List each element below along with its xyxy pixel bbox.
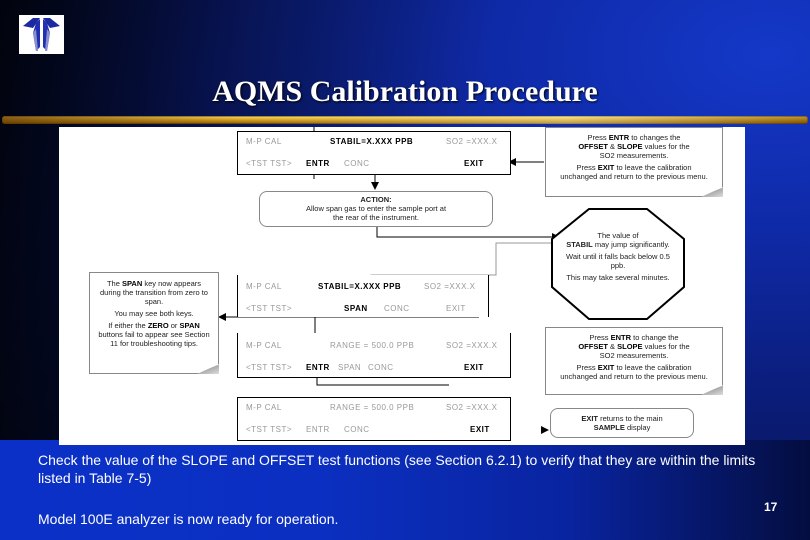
action-text: Allow span gas to enter the sample port … bbox=[305, 204, 447, 222]
screen-3-range: RANGE = 500.0 PPB bbox=[330, 341, 415, 350]
screen-1-conc-key[interactable]: CONC bbox=[344, 159, 370, 168]
exit-box-text: returns to the main bbox=[598, 414, 663, 423]
screen-2-so2: SO2 =XXX.X bbox=[424, 282, 476, 291]
action-heading: ACTION: bbox=[360, 195, 392, 204]
octagon-text: The value of STABIL may jump significantl… bbox=[564, 231, 672, 285]
page-fold-icon bbox=[197, 364, 219, 374]
note2-text: values for the bbox=[642, 342, 690, 351]
slide-title: AQMS Calibration Procedure bbox=[212, 75, 598, 108]
octagon-line: This may take several minutes. bbox=[566, 273, 670, 282]
screen-1-mode: M-P CAL bbox=[246, 137, 282, 146]
page-fold-icon bbox=[701, 187, 723, 197]
screen-4-conc-key[interactable]: CONC bbox=[344, 425, 370, 434]
lcd-screen-4: M-P CAL RANGE = 500.0 PPB SO2 =XXX.X <TS… bbox=[237, 397, 511, 441]
lcd-screen-1: M-P CAL STABIL=X.XXX PPB SO2 =XXX.X <TST… bbox=[237, 131, 511, 175]
note2-text: Press bbox=[589, 333, 611, 342]
note-left-span-key: SPAN bbox=[179, 321, 200, 330]
note-left-text: The bbox=[106, 279, 122, 288]
lcd-screen-2: M-P CAL STABIL=X.XXX PPB SO2 =XXX.X <TST… bbox=[237, 275, 489, 317]
screen-3-tst[interactable]: <TST TST> bbox=[246, 363, 292, 372]
note1-entr: ENTR bbox=[608, 133, 630, 142]
note2-text: Press bbox=[576, 363, 598, 372]
note2-entr: ENTR bbox=[610, 333, 632, 342]
note1-slope: SLOPE bbox=[617, 142, 643, 151]
screen-3-span-key[interactable]: SPAN bbox=[338, 363, 361, 372]
exit-box-exit: EXIT bbox=[581, 414, 599, 423]
screen-4-mode: M-P CAL bbox=[246, 403, 282, 412]
note2-slope: SLOPE bbox=[617, 342, 643, 351]
screen-1-so2: SO2 =XXX.X bbox=[446, 137, 498, 146]
note2-text: to change the bbox=[631, 333, 679, 342]
screen-3-entr-key[interactable]: ENTR bbox=[306, 363, 330, 372]
note1-offset: OFFSET bbox=[578, 142, 608, 151]
note-top-right: Press ENTR to changes the OFFSET & SLOPE… bbox=[545, 127, 723, 197]
screen-2-tst[interactable]: <TST TST> bbox=[246, 304, 292, 313]
note-mid-right: Press ENTR to change the OFFSET & SLOPE … bbox=[545, 327, 723, 395]
note-left-span-key: SPAN bbox=[121, 279, 143, 288]
connector-entr3-down bbox=[316, 377, 449, 386]
note-left-text: You may see both keys. bbox=[114, 309, 194, 318]
instruction-paragraph-1: Check the value of the SLOPE and OFFSET … bbox=[38, 452, 756, 486]
screen-3-conc-key[interactable]: CONC bbox=[368, 363, 394, 372]
note-left-text: buttons fail to appear see Section 11 fo… bbox=[98, 330, 210, 348]
screen-1-entr-key[interactable]: ENTR bbox=[306, 159, 330, 168]
screen-1-stabil: STABIL=X.XXX PPB bbox=[330, 137, 414, 146]
note1-text: SO2 measurements. bbox=[599, 151, 669, 160]
page-number: 17 bbox=[764, 500, 778, 514]
screen-4-entr-key[interactable]: ENTR bbox=[306, 425, 330, 434]
note2-offset: OFFSET bbox=[578, 342, 608, 351]
octagon-line: The value of bbox=[597, 231, 639, 240]
note-left-text: If either the bbox=[108, 321, 148, 330]
screen-4-so2: SO2 =XXX.X bbox=[446, 403, 498, 412]
screen-2-conc-key[interactable]: CONC bbox=[384, 304, 410, 313]
screen-2-span-key[interactable]: SPAN bbox=[344, 304, 368, 313]
note1-text: Press bbox=[587, 133, 609, 142]
note1-text: values for the bbox=[642, 142, 690, 151]
screen-3-exit-key[interactable]: EXIT bbox=[464, 363, 484, 372]
note-left-zero-key: ZERO bbox=[147, 321, 169, 330]
screen-3-mode: M-P CAL bbox=[246, 341, 282, 350]
screen-4-tst[interactable]: <TST TST> bbox=[246, 425, 292, 434]
screen-4-range: RANGE = 500.0 PPB bbox=[330, 403, 415, 412]
screen-3-so2: SO2 =XXX.X bbox=[446, 341, 498, 350]
octagon-stabil: STABIL bbox=[566, 240, 593, 249]
title-divider-bar bbox=[2, 116, 808, 124]
octagon-line: may jump significantly. bbox=[592, 240, 670, 249]
exit-returns-box: EXIT returns to the main SAMPLE display bbox=[550, 408, 694, 438]
note1-text: & bbox=[607, 142, 618, 151]
note1-text: Press bbox=[576, 163, 598, 172]
screen-4-exit-key[interactable]: EXIT bbox=[470, 425, 490, 434]
screen-2-stabil: STABIL=X.XXX PPB bbox=[318, 282, 402, 291]
screen-2-exit-key[interactable]: EXIT bbox=[446, 304, 466, 313]
page-fold-icon bbox=[701, 385, 723, 395]
action-box: ACTION: Allow span gas to enter the samp… bbox=[259, 191, 493, 227]
exit-box-text: display bbox=[624, 423, 651, 432]
note-left-span: The SPAN key now appears during the tran… bbox=[89, 272, 219, 374]
exit-box-sample: SAMPLE bbox=[593, 423, 625, 432]
instruction-paragraph-2: Model 100E analyzer is now ready for ope… bbox=[38, 511, 339, 527]
note-left-text: or bbox=[168, 321, 180, 330]
note1-exit: EXIT bbox=[597, 163, 615, 172]
octagon-line: Wait until it falls back below 0.5 ppb. bbox=[566, 252, 670, 270]
screen-1-tst[interactable]: <TST TST> bbox=[246, 159, 292, 168]
calibration-flow-diagram: M-P CAL STABIL=X.XXX PPB SO2 =XXX.X <TST… bbox=[59, 127, 745, 445]
note1-text: to changes the bbox=[629, 133, 681, 142]
screen-1-exit-key[interactable]: EXIT bbox=[464, 159, 484, 168]
screen-2-mode: M-P CAL bbox=[246, 282, 282, 291]
note2-text: SO2 measurements. bbox=[599, 351, 669, 360]
teledyne-logo-icon bbox=[19, 15, 64, 54]
note2-exit: EXIT bbox=[597, 363, 615, 372]
note2-text: & bbox=[607, 342, 618, 351]
lcd-screen-3: M-P CAL RANGE = 500.0 PPB SO2 =XXX.X <TS… bbox=[237, 333, 511, 378]
